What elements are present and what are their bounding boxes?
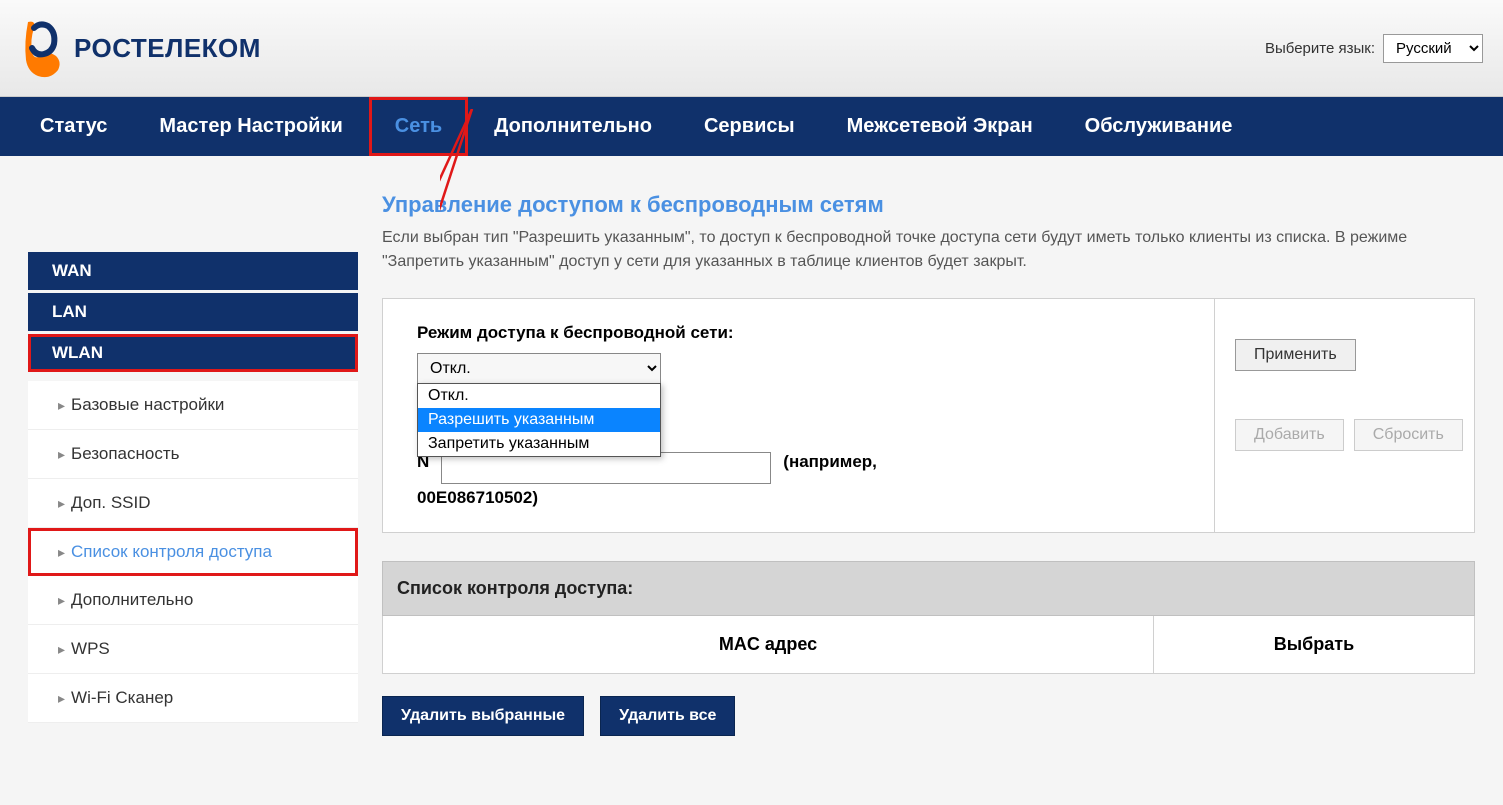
apply-button[interactable]: Применить [1235, 339, 1356, 371]
language-select[interactable]: Русский [1383, 34, 1483, 63]
page-title: Управление доступом к беспроводным сетям [382, 192, 1475, 218]
action-row: Удалить выбранные Удалить все [382, 696, 1475, 736]
delete-selected-button[interactable]: Удалить выбранные [382, 696, 584, 736]
add-button[interactable]: Добавить [1235, 419, 1344, 451]
chevron-icon: ▸ [58, 544, 65, 560]
nav-maintenance[interactable]: Обслуживание [1059, 97, 1259, 156]
sidebar-item-acl[interactable]: ▸Список контроля доступа [28, 528, 358, 576]
sidebar-item-ssid[interactable]: ▸Доп. SSID [28, 479, 358, 528]
col-header-select: Выбрать [1154, 616, 1474, 673]
page-description: Если выбран тип "Разрешить указанным", т… [382, 226, 1475, 274]
main-nav: Статус Мастер Настройки Сеть Дополнитель… [0, 97, 1503, 156]
logo-icon [20, 12, 64, 84]
chevron-icon: ▸ [58, 641, 65, 657]
logo: РОСТЕЛЕКОМ [20, 12, 261, 84]
chevron-icon: ▸ [58, 592, 65, 608]
reset-button[interactable]: Сбросить [1354, 419, 1463, 451]
chevron-icon: ▸ [58, 690, 65, 706]
acl-title: Список контроля доступа: [382, 561, 1475, 616]
sidebar-item-advanced[interactable]: ▸Дополнительно [28, 576, 358, 625]
mode-select[interactable]: Откл. [417, 353, 661, 384]
sidebar-sublist: ▸Базовые настройки ▸Безопасность ▸Доп. S… [28, 375, 358, 729]
chevron-icon: ▸ [58, 446, 65, 462]
sidebar: WAN LAN WLAN ▸Базовые настройки ▸Безопас… [8, 192, 358, 736]
mode-option-allow[interactable]: Разрешить указанным [418, 408, 660, 432]
sidebar-item-basic[interactable]: ▸Базовые настройки [28, 381, 358, 430]
nav-wizard[interactable]: Мастер Настройки [133, 97, 368, 156]
nav-status[interactable]: Статус [14, 97, 133, 156]
delete-all-button[interactable]: Удалить все [600, 696, 735, 736]
example-label: (например, [783, 452, 877, 472]
acl-table: MAC адрес Выбрать [382, 616, 1475, 674]
nav-firewall[interactable]: Межсетевой Экран [821, 97, 1059, 156]
form-right: Применить Добавить Сбросить [1214, 299, 1474, 532]
form-left: Режим доступа к беспроводной сети: Откл.… [383, 299, 1214, 532]
nav-advanced[interactable]: Дополнительно [468, 97, 678, 156]
chevron-icon: ▸ [58, 495, 65, 511]
sidebar-wan[interactable]: WAN [28, 252, 358, 290]
language-switcher: Выберите язык: Русский [1265, 34, 1483, 63]
mode-option-off[interactable]: Откл. [418, 384, 660, 408]
chevron-icon: ▸ [58, 397, 65, 413]
sidebar-item-security[interactable]: ▸Безопасность [28, 430, 358, 479]
mode-label: Режим доступа к беспроводной сети: [417, 323, 1194, 343]
sidebar-item-wps[interactable]: ▸WPS [28, 625, 358, 674]
mode-option-deny[interactable]: Запретить указанным [418, 432, 660, 456]
sidebar-item-scanner[interactable]: ▸Wi-Fi Сканер [28, 674, 358, 723]
language-label: Выберите язык: [1265, 40, 1375, 57]
sidebar-wlan[interactable]: WLAN [28, 334, 358, 372]
example-value: 00E086710502) [417, 488, 1194, 508]
form-block: Режим доступа к беспроводной сети: Откл.… [382, 298, 1475, 533]
nav-services[interactable]: Сервисы [678, 97, 821, 156]
col-header-mac: MAC адрес [383, 616, 1154, 673]
header: РОСТЕЛЕКОМ Выберите язык: Русский [0, 0, 1503, 97]
nav-network[interactable]: Сеть [369, 97, 468, 156]
content: Управление доступом к беспроводным сетям… [382, 192, 1495, 736]
mode-dropdown: Откл. Разрешить указанным Запретить указ… [417, 383, 661, 457]
sidebar-lan[interactable]: LAN [28, 293, 358, 331]
logo-text: РОСТЕЛЕКОМ [74, 33, 261, 64]
